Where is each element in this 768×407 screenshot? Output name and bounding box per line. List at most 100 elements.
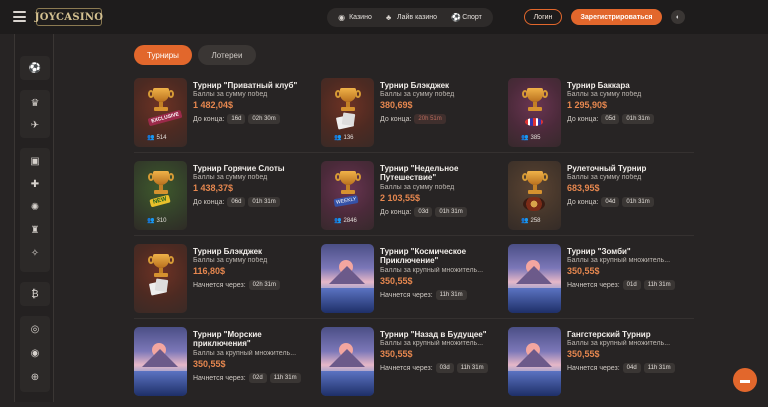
menu-icon[interactable]	[13, 11, 26, 22]
trophy-icon	[335, 171, 361, 197]
trophy-icon	[148, 171, 174, 197]
tournament-thumbnail[interactable]: 👥 385	[508, 78, 561, 147]
prize-amount: 380,69$	[380, 100, 413, 110]
tab-tournaments[interactable]: Турниры	[134, 45, 192, 65]
chat-bubble-icon: ▬	[740, 374, 750, 386]
live-casino-icon: ♣	[386, 12, 392, 22]
timer-label: Начнется через:	[567, 364, 620, 372]
tournament-card[interactable]: 👥 385 Турнир Баккара Баллы за сумму побед 1 …	[508, 78, 688, 158]
timer-row: Начнется через: 03d 11h 31m	[380, 363, 488, 373]
sport-ball-icon[interactable]: ⚽	[20, 59, 50, 77]
tournament-subtitle: Баллы за сумму побед	[193, 257, 268, 264]
mountain-shape	[142, 349, 178, 367]
casino-chips-icon	[525, 118, 543, 126]
bitcoin-icon[interactable]: ₿	[20, 285, 50, 303]
time-chip: 11h 31m	[643, 363, 675, 373]
prize-amount: 350,55$	[567, 349, 600, 359]
tournament-thumbnail[interactable]	[321, 327, 374, 396]
tournament-thumbnail[interactable]	[508, 327, 561, 396]
prize-amount: 116,80$	[193, 266, 226, 276]
timer-label: До конца:	[380, 208, 412, 216]
tournament-subtitle: Баллы за сумму побед	[193, 174, 268, 181]
tab-lotteries[interactable]: Лотереи	[198, 45, 256, 65]
time-chip: 01h 31m	[248, 197, 280, 207]
tournament-card[interactable]: Гангстерский Турнир Баллы за крупный множ…	[508, 327, 688, 407]
globe-icon[interactable]: ⊕	[20, 368, 50, 386]
crown-icon[interactable]: ♛	[20, 94, 50, 112]
timer-label: До конца:	[567, 115, 599, 123]
tournament-thumbnail[interactable]: EXCLUSIVE 👥 514	[134, 78, 187, 147]
slots-icon: ◉	[338, 12, 346, 22]
timer-row: До конца: 05d 01h 31m	[567, 114, 654, 124]
tournament-thumbnail[interactable]	[508, 244, 561, 313]
chip-icon[interactable]: ✺	[20, 198, 50, 216]
tournament-thumbnail[interactable]: NEW 👥 310	[134, 161, 187, 230]
tournament-thumbnail[interactable]	[134, 244, 187, 313]
mountain-shape	[516, 349, 552, 367]
timer-row: До конца: 06d 01h 31m	[193, 197, 280, 207]
login-button[interactable]: Логин	[524, 9, 562, 25]
player-count: 👥 136	[334, 134, 354, 142]
chat-icon[interactable]: ◉	[20, 344, 50, 362]
nav-live-casino[interactable]: ♣ Лайв казино	[386, 12, 437, 22]
top-bar: JOYCASINO ◉ Казино ♣ Лайв казино ⚽ Спорт Ло…	[0, 0, 768, 34]
tournament-card[interactable]: Турнир "Назад в Будущее" Баллы за крупный…	[321, 327, 501, 407]
timer-label: Начнется через:	[380, 291, 433, 299]
gift-icon[interactable]: ▣	[20, 152, 50, 170]
tournament-card[interactable]: EXCLUSIVE 👥 514 Турнир "Приватный клуб" Балл…	[134, 78, 314, 158]
sea-shape	[321, 288, 374, 313]
days-chip: 06d	[227, 197, 246, 207]
timer-row: Начнется через: 02d 11h 31m	[193, 373, 301, 383]
plane-icon[interactable]: ✈	[20, 116, 50, 134]
timer-row: Начнется через: 02h 31m	[193, 280, 281, 290]
timer-label: До конца:	[567, 198, 599, 206]
trophy-icon[interactable]: ♜	[20, 221, 50, 239]
tournament-title: Турнир "Приватный клуб"	[193, 81, 298, 90]
tournament-card[interactable]: WEEKLY 👥 2846 Турнир "Недельное Путешествие…	[321, 161, 501, 241]
tournament-thumbnail[interactable]: WEEKLY 👥 2846	[321, 161, 374, 230]
puzzle-icon[interactable]: ✚	[20, 175, 50, 193]
tournament-card[interactable]: Турнир "Морские приключения" Баллы за кру…	[134, 327, 314, 407]
prize-amount: 350,55$	[380, 276, 413, 286]
days-chip: 16d	[227, 114, 246, 124]
tournament-card[interactable]: Турнир "Космическое Приключение" Баллы за…	[321, 244, 501, 324]
player-count: 👥 385	[521, 134, 541, 142]
tournament-card[interactable]: NEW 👥 310 Турнир Горячие Слоты Баллы за сумм…	[134, 161, 314, 241]
prize-amount: 350,55$	[380, 349, 413, 359]
tournament-thumbnail[interactable]	[321, 244, 374, 313]
time-chip: 01h 31m	[622, 197, 654, 207]
tournament-title: Рулеточный Турнир	[567, 164, 647, 173]
tournament-card[interactable]: 👥 136 Турнир Блэкджек Баллы за сумму побед 3…	[321, 78, 501, 158]
time-chip: 20h 51m	[414, 114, 446, 124]
playing-cards-icon	[335, 114, 355, 130]
sport-ball-icon: ⚽	[451, 12, 462, 22]
nav-casino[interactable]: ◉ Казино	[338, 12, 372, 22]
tournament-thumbnail[interactable]	[134, 327, 187, 396]
language-icon[interactable]: ◐	[671, 10, 685, 24]
nav-sport[interactable]: ⚽ Спорт	[451, 12, 482, 22]
days-chip: 05d	[601, 114, 620, 124]
tournament-title: Турнир "Морские приключения"	[193, 330, 262, 348]
tournament-card[interactable]: Турнир "Зомби" Баллы за крупный множитель…	[508, 244, 688, 324]
timer-row: До конца: 20h 51m	[380, 114, 446, 124]
player-count: 👥 514	[147, 134, 167, 142]
register-button[interactable]: Зарегистрироваться	[571, 9, 662, 25]
trophy-icon	[522, 88, 548, 114]
tournament-subtitle: Баллы за крупный множитель...	[193, 350, 297, 357]
tournament-card[interactable]: 👥 258 Рулеточный Турнир Баллы за сумму побе…	[508, 161, 688, 241]
support-icon[interactable]: ◎	[20, 320, 50, 338]
time-chip: 11h 31m	[643, 280, 675, 290]
mountain-shape	[516, 266, 552, 284]
timer-label: Начнется через:	[567, 281, 620, 289]
time-chip: 01h 31m	[435, 207, 467, 217]
tournament-subtitle: Баллы за крупный множитель...	[567, 257, 671, 264]
tournament-thumbnail[interactable]: 👥 136	[321, 78, 374, 147]
ticket-icon[interactable]: ✧	[20, 244, 50, 262]
sea-shape	[508, 371, 561, 396]
chat-button[interactable]: ▬	[733, 368, 757, 392]
tournament-thumbnail[interactable]: 👥 258	[508, 161, 561, 230]
tournament-card[interactable]: Турнир Блэкджек Баллы за сумму побед 116,8…	[134, 244, 314, 324]
logo[interactable]: JOYCASINO	[35, 8, 103, 26]
tournament-title: Турнир Баккара	[567, 81, 630, 90]
players-icon: 👥	[334, 218, 342, 224]
